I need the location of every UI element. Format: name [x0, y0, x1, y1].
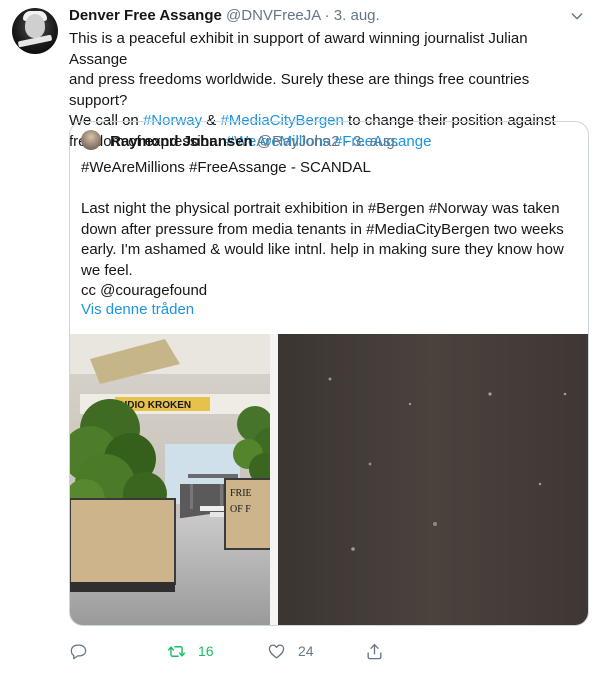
quoted-text-line: early. I'm ashamed & would like intnl. h… — [81, 241, 564, 258]
quoted-tweet[interactable]: Raymond Johansen @RayJoha2 · 3. aug. #We… — [69, 121, 589, 626]
author-name[interactable]: Denver Free Assange — [69, 7, 222, 24]
quoted-tweet-date: 3. aug. — [353, 133, 399, 150]
quoted-avatar — [81, 130, 101, 151]
reply-icon — [70, 644, 87, 659]
avatar[interactable] — [12, 8, 58, 54]
separator-dot: · — [324, 7, 330, 24]
quoted-author-handle: @RayJoha2 — [256, 133, 340, 150]
quoted-tweet-text: #WeAreMillions #FreeAssange - SCANDAL La… — [81, 158, 577, 302]
like-button[interactable]: 24 — [267, 640, 314, 662]
share-icon — [367, 643, 382, 659]
reply-button[interactable] — [69, 640, 100, 662]
share-button[interactable] — [365, 640, 384, 662]
banner-text-line: OF F — [230, 504, 251, 515]
quoted-text-line: #WeAreMillions #FreeAssange - SCANDAL — [81, 159, 371, 176]
chevron-down-icon[interactable] — [569, 8, 585, 24]
author-handle[interactable]: @DNVFreeJA — [226, 7, 320, 24]
tweet-header: Denver Free Assange @DNVFreeJA · 3. aug. — [69, 6, 380, 26]
quoted-text-line: we feel. — [81, 261, 133, 279]
like-count: 24 — [298, 643, 314, 659]
show-thread-link[interactable]: Vis denne tråden — [81, 301, 194, 318]
tweet-actions: 16 24 — [69, 640, 589, 662]
tweet-text-line: and press freedoms worldwide. Surely the… — [69, 70, 589, 111]
tweet-date[interactable]: 3. aug. — [334, 7, 380, 24]
quoted-text-blank-line — [81, 179, 577, 200]
tweet-text-segment: This is a peaceful exhibit in support of… — [69, 30, 528, 68]
quoted-text-line: cc @couragefound — [81, 282, 208, 299]
tweet-text-line: This is a peaceful exhibit in support of… — [69, 29, 589, 70]
quoted-author-name: Raymond Johansen — [110, 133, 253, 150]
retweet-count: 16 — [198, 643, 214, 659]
exhibition-photo: UDIO KROKEN FRIE OF F — [70, 334, 588, 625]
tweet-text-segment: and press freedoms worldwide. Surely the… — [69, 71, 530, 109]
quoted-photo[interactable]: UDIO KROKEN FRIE OF F — [70, 334, 588, 625]
quoted-text-line: down after pressure from media tenants i… — [81, 220, 564, 238]
quoted-text-line: Last night the physical portrait exhibit… — [81, 200, 560, 217]
avatar-face — [25, 14, 45, 38]
banner-text-line: FRIE — [230, 488, 252, 499]
separator-dot: · — [343, 133, 349, 150]
retweet-icon — [167, 645, 186, 657]
quoted-tweet-header: Raymond Johansen @RayJoha2 · 3. aug. — [81, 130, 399, 152]
like-icon — [268, 644, 285, 658]
retweet-button[interactable]: 16 — [167, 640, 214, 662]
